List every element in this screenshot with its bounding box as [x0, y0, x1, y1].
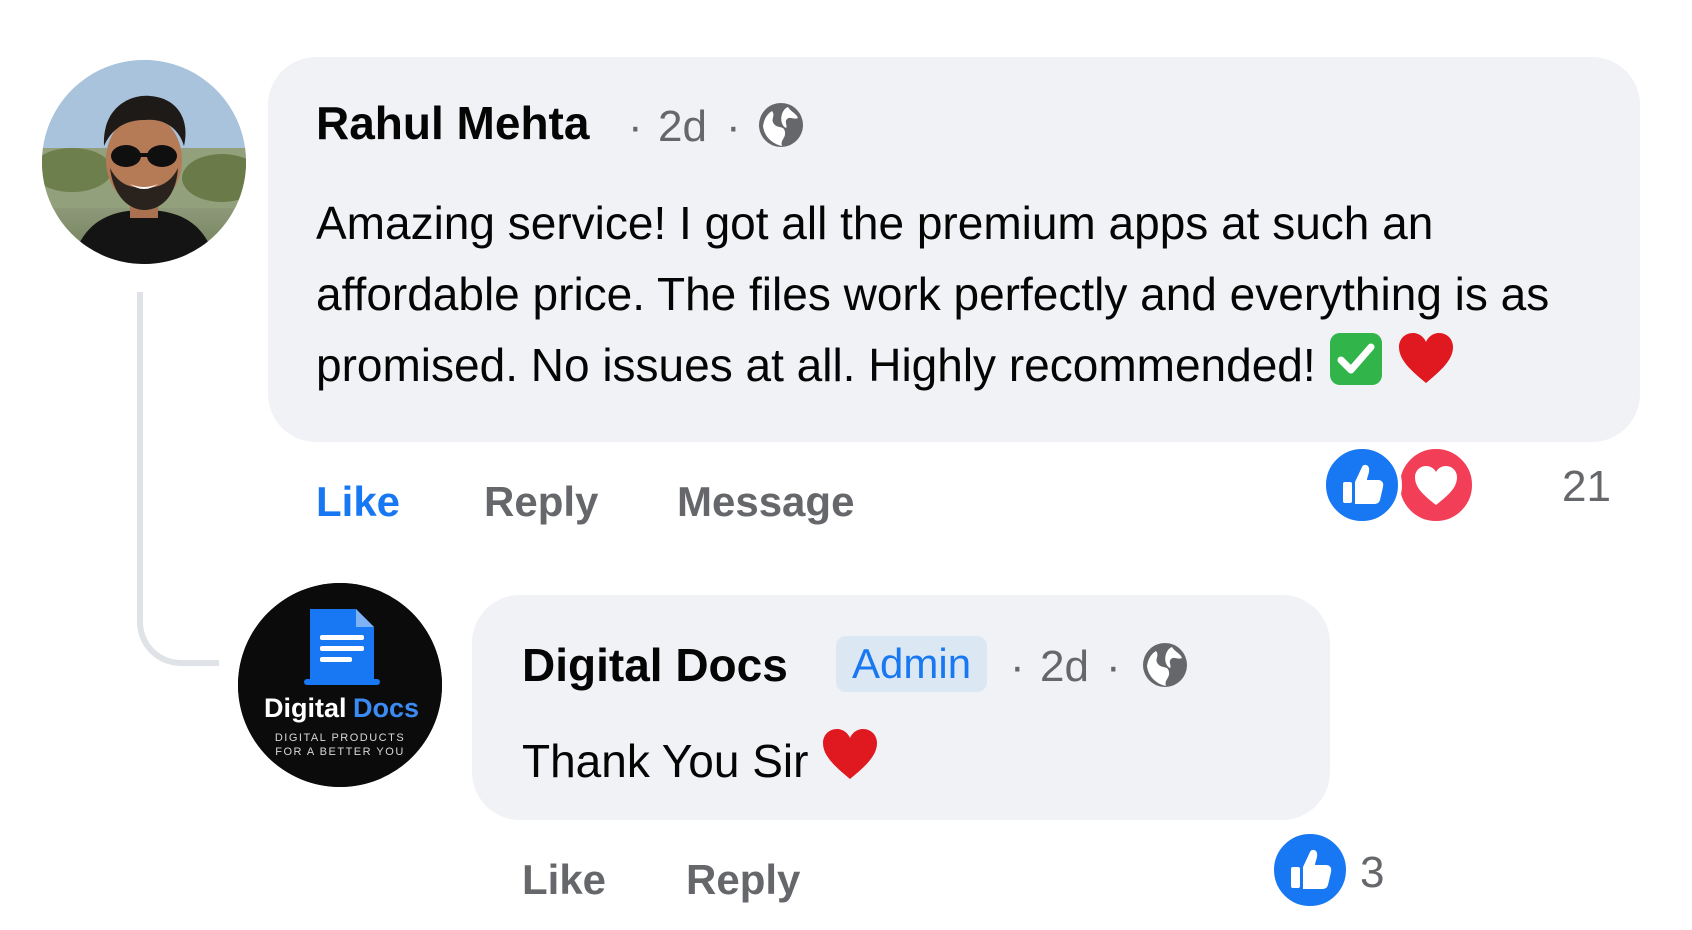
comment-author-name[interactable]: Rahul Mehta: [316, 96, 589, 150]
thread-connector-line: [137, 292, 219, 666]
love-reaction-icon[interactable]: [1396, 445, 1476, 525]
like-reaction-icon[interactable]: [1322, 445, 1402, 525]
reaction-count[interactable]: 21: [1562, 462, 1611, 512]
comment-separator: ·: [628, 102, 643, 151]
admin-badge: Admin: [836, 636, 988, 692]
reaction-count[interactable]: 3: [1360, 848, 1384, 898]
like-reaction-icon[interactable]: [1270, 830, 1350, 910]
reply-text: Thank You Sir: [522, 726, 1302, 803]
logo-name-part1: Digital: [264, 693, 347, 723]
reply-separator: ·: [1010, 642, 1025, 691]
commenter-photo: [42, 60, 246, 264]
comment-timestamp[interactable]: 2d: [658, 102, 707, 152]
reply-button[interactable]: Reply: [484, 478, 598, 526]
like-button[interactable]: Like: [522, 856, 606, 904]
reply-separator: ·: [1106, 642, 1121, 691]
reply-button[interactable]: Reply: [686, 856, 800, 904]
comment-separator: ·: [726, 102, 741, 151]
reply-text-content: Thank You Sir: [522, 735, 809, 787]
comment-text: Amazing service! I got all the premium a…: [316, 188, 1616, 407]
reply-author-name[interactable]: Digital Docs: [522, 638, 788, 692]
red-heart-icon: [821, 727, 879, 803]
check-mark-icon: [1328, 331, 1384, 407]
logo-name-part2: Docs: [353, 693, 419, 723]
globe-icon: [1143, 643, 1187, 687]
logo-tagline-line1: DIGITAL PRODUCTS: [275, 732, 405, 744]
commenter-avatar[interactable]: [42, 60, 246, 264]
like-button[interactable]: Like: [316, 478, 400, 526]
reply-timestamp[interactable]: 2d: [1040, 642, 1089, 692]
logo-tagline-line2: FOR A BETTER YOU: [275, 746, 405, 758]
digital-docs-logo: Digital Docs DIGITAL PRODUCTS FOR A BETT…: [238, 583, 442, 787]
red-heart-icon: [1397, 331, 1455, 407]
message-button[interactable]: Message: [677, 478, 854, 526]
page-avatar[interactable]: Digital Docs DIGITAL PRODUCTS FOR A BETT…: [238, 583, 442, 787]
globe-icon: [759, 103, 803, 147]
